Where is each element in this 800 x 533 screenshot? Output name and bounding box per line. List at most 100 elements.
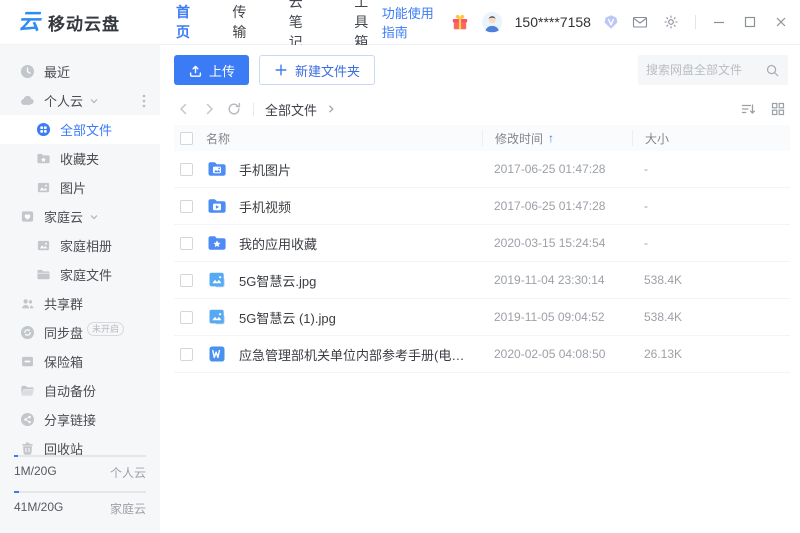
more-options-icon[interactable] — [142, 94, 146, 108]
forward-icon[interactable] — [201, 101, 217, 117]
sidebar-item-1[interactable]: 个人云 — [0, 86, 160, 115]
backup-folder-icon — [20, 383, 35, 398]
toolbar: 上传 新建文件夹 — [160, 45, 800, 95]
row-checkbox[interactable] — [180, 163, 193, 176]
table-row-1[interactable]: 手机视频 2017-06-25 01:47:28 - — [174, 188, 790, 225]
sidebar-item-11[interactable]: 自动备份 — [0, 376, 160, 405]
column-size[interactable]: 大小 — [645, 130, 669, 147]
grid-circle-icon — [36, 122, 51, 137]
sidebar-item-7[interactable]: 家庭文件 — [0, 260, 160, 289]
new-folder-label: 新建文件夹 — [295, 61, 360, 80]
close-button[interactable] — [771, 9, 790, 35]
file-modified: 2019-11-04 23:30:14 — [482, 273, 632, 287]
row-checkbox[interactable] — [180, 274, 193, 287]
grid-view-icon[interactable] — [770, 101, 786, 117]
row-checkbox[interactable] — [180, 237, 193, 250]
table-row-4[interactable]: 5G智慧云 (1).jpg 2019-11-05 09:04:52 538.4K — [174, 299, 790, 336]
storage-group: 1M/20G 个人云 — [14, 455, 146, 481]
column-name[interactable]: 名称 — [206, 130, 230, 147]
nav-tab-0[interactable]: 首页 — [176, 2, 194, 42]
new-folder-button[interactable]: 新建文件夹 — [259, 55, 375, 85]
folder-video-icon — [207, 196, 227, 216]
sidebar-item-10[interactable]: 保险箱 — [0, 347, 160, 376]
row-checkbox[interactable] — [180, 200, 193, 213]
folder-icon — [36, 267, 51, 282]
picture-icon — [36, 180, 51, 195]
sort-asc-arrow-icon[interactable]: ↑ — [548, 131, 554, 145]
sidebar-item-4[interactable]: 图片 — [0, 173, 160, 202]
title-bar: 云 移动云盘 首页传输云笔记工具箱 功能使用指南 150****7158 — [0, 0, 800, 45]
file-modified: 2017-06-25 01:47:28 — [482, 162, 632, 176]
sidebar-item-2[interactable]: 全部文件 — [0, 115, 160, 144]
titlebar-divider — [695, 15, 696, 29]
table-row-3[interactable]: 5G智慧云.jpg 2019-11-04 23:30:14 538.4K — [174, 262, 790, 299]
storage-label: 个人云 — [110, 464, 146, 481]
column-modified[interactable]: 修改时间 — [495, 130, 543, 147]
maximize-button[interactable] — [740, 9, 759, 35]
breadcrumb-current[interactable]: 全部文件 — [265, 100, 317, 119]
safe-icon — [20, 354, 35, 369]
file-size: 538.4K — [632, 310, 790, 324]
minimize-button[interactable] — [709, 9, 728, 35]
word-file-icon — [207, 344, 227, 364]
nav-tab-1[interactable]: 传输 — [232, 2, 250, 42]
status-badge: 未开启 — [87, 322, 124, 336]
image-file-icon — [207, 307, 227, 327]
breadcrumb-divider — [253, 103, 254, 116]
sync-icon — [20, 325, 35, 340]
storage-label: 家庭云 — [110, 500, 146, 517]
file-name[interactable]: 我的应用收藏 — [239, 234, 482, 253]
sidebar-item-5[interactable]: 家庭云 — [0, 202, 160, 231]
mail-icon[interactable] — [631, 9, 650, 35]
file-size: - — [632, 199, 790, 213]
folder-star-blue-icon — [207, 233, 227, 253]
file-name[interactable]: 应急管理部机关单位内部参考手册(电子版).docx — [239, 345, 482, 364]
storage-usage: 41M/20G — [14, 500, 63, 517]
row-checkbox[interactable] — [180, 311, 193, 324]
sort-order-icon[interactable] — [740, 101, 756, 117]
chevron-down-icon — [89, 212, 99, 222]
table-row-5[interactable]: 应急管理部机关单位内部参考手册(电子版).docx 2020-02-05 04:… — [174, 336, 790, 373]
app-window: 云 移动云盘 首页传输云笔记工具箱 功能使用指南 150****7158 最近 — [0, 0, 800, 533]
breadcrumb-caret-icon — [326, 104, 336, 114]
search-icon[interactable] — [765, 63, 780, 78]
table-row-0[interactable]: 手机图片 2017-06-25 01:47:28 - — [174, 151, 790, 188]
sidebar-item-8[interactable]: 共享群 — [0, 289, 160, 318]
sidebar: 最近 个人云 全部文件 收藏夹 图片 家庭云 家庭相册 — [0, 45, 160, 533]
file-size: - — [632, 236, 790, 250]
select-all-checkbox[interactable] — [180, 132, 193, 145]
sidebar-item-12[interactable]: 分享链接 — [0, 405, 160, 434]
cloud-icon — [20, 93, 35, 108]
sidebar-item-3[interactable]: 收藏夹 — [0, 144, 160, 173]
album-icon — [36, 238, 51, 253]
refresh-icon[interactable] — [226, 101, 242, 117]
storage-usage: 1M/20G — [14, 464, 57, 481]
sidebar-item-6[interactable]: 家庭相册 — [0, 231, 160, 260]
file-name[interactable]: 5G智慧云.jpg — [239, 271, 482, 290]
back-icon[interactable] — [176, 101, 192, 117]
share-icon — [20, 412, 35, 427]
vip-badge-icon[interactable] — [603, 14, 619, 30]
gift-icon[interactable] — [450, 12, 470, 32]
settings-gear-icon[interactable] — [662, 9, 681, 35]
avatar[interactable] — [482, 8, 502, 36]
sidebar-item-0[interactable]: 最近 — [0, 57, 160, 86]
app-title: 移动云盘 — [48, 10, 120, 35]
file-modified: 2020-03-15 15:24:54 — [482, 236, 632, 250]
file-modified: 2017-06-25 01:47:28 — [482, 199, 632, 213]
row-checkbox[interactable] — [180, 348, 193, 361]
file-name[interactable]: 手机视频 — [239, 197, 482, 216]
chevron-down-icon — [89, 96, 99, 106]
upload-button[interactable]: 上传 — [174, 55, 249, 85]
sidebar-item-9[interactable]: 同步盘 未开启 — [0, 318, 160, 347]
file-name[interactable]: 手机图片 — [239, 160, 482, 179]
file-modified: 2019-11-05 09:04:52 — [482, 310, 632, 324]
search-box[interactable] — [638, 55, 788, 85]
file-size: 538.4K — [632, 273, 790, 287]
table-row-2[interactable]: 我的应用收藏 2020-03-15 15:24:54 - — [174, 225, 790, 262]
app-logo: 云 移动云盘 — [0, 10, 160, 35]
search-input[interactable] — [646, 63, 765, 77]
account-phone[interactable]: 150****7158 — [515, 14, 591, 30]
usage-guide-link[interactable]: 功能使用指南 — [382, 3, 439, 41]
file-name[interactable]: 5G智慧云 (1).jpg — [239, 308, 482, 327]
